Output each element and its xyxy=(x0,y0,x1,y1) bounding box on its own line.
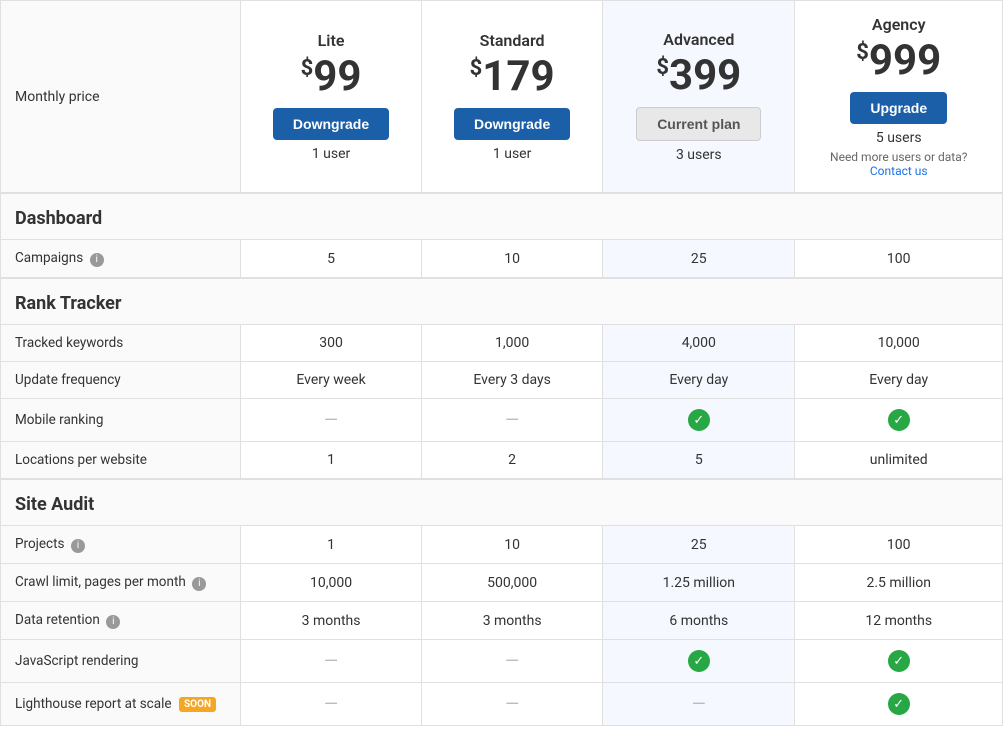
locations-advanced: 5 xyxy=(603,442,795,480)
standard-users: 1 user xyxy=(436,146,588,162)
agency-plan-name: Agency xyxy=(809,15,988,34)
agency-action-button[interactable]: Upgrade xyxy=(850,92,947,124)
js-rendering-advanced: ✓ xyxy=(603,640,795,683)
standard-action-button[interactable]: Downgrade xyxy=(454,108,570,140)
mobile-ranking-standard: — xyxy=(422,399,603,442)
check-icon: ✓ xyxy=(888,650,910,672)
advanced-action-button[interactable]: Current plan xyxy=(636,107,761,141)
check-icon: ✓ xyxy=(688,650,710,672)
data-retention-lite: 3 months xyxy=(241,602,422,640)
agency-extra-text: Need more users or data? Contact us xyxy=(809,150,988,178)
mobile-ranking-lite: — xyxy=(241,399,422,442)
tracked-keywords-label: Tracked keywords xyxy=(1,325,241,362)
tracked-keywords-standard: 1,000 xyxy=(422,325,603,362)
monthly-price-label: Monthly price xyxy=(1,1,241,194)
lighthouse-standard: — xyxy=(422,683,603,726)
crawl-limit-label: Crawl limit, pages per month i xyxy=(1,564,241,602)
tracked-keywords-lite: 300 xyxy=(241,325,422,362)
check-icon: ✓ xyxy=(688,409,710,431)
tracked-keywords-agency: 10,000 xyxy=(795,325,1003,362)
plan-advanced-header: Advanced $399 Current plan 3 users xyxy=(603,1,795,194)
advanced-plan-price: $399 xyxy=(617,53,780,99)
lite-users: 1 user xyxy=(255,146,407,162)
check-icon: ✓ xyxy=(888,693,910,715)
projects-agency: 100 xyxy=(795,526,1003,564)
mobile-ranking-advanced: ✓ xyxy=(603,399,795,442)
soon-badge: SOON xyxy=(179,697,216,712)
campaigns-agency: 100 xyxy=(795,240,1003,279)
locations-agency: unlimited xyxy=(795,442,1003,480)
crawl-limit-agency: 2.5 million xyxy=(795,564,1003,602)
contact-us-link[interactable]: Contact us xyxy=(870,164,928,178)
update-frequency-advanced: Every day xyxy=(603,362,795,399)
data-retention-info-icon[interactable]: i xyxy=(106,615,120,629)
crawl-limit-lite: 10,000 xyxy=(241,564,422,602)
agency-users: 5 users xyxy=(809,130,988,146)
js-rendering-lite: — xyxy=(241,640,422,683)
check-icon: ✓ xyxy=(888,409,910,431)
projects-lite: 1 xyxy=(241,526,422,564)
js-rendering-agency: ✓ xyxy=(795,640,1003,683)
plan-standard-header: Standard $179 Downgrade 1 user xyxy=(422,1,603,194)
data-retention-advanced: 6 months xyxy=(603,602,795,640)
update-frequency-standard: Every 3 days xyxy=(422,362,603,399)
mobile-ranking-agency: ✓ xyxy=(795,399,1003,442)
lighthouse-advanced: — xyxy=(603,683,795,726)
lighthouse-agency: ✓ xyxy=(795,683,1003,726)
locations-standard: 2 xyxy=(422,442,603,480)
rank-tracker-section-header: Rank Tracker xyxy=(1,278,1003,325)
advanced-plan-name: Advanced xyxy=(617,30,780,49)
crawl-limit-advanced: 1.25 million xyxy=(603,564,795,602)
js-rendering-standard: — xyxy=(422,640,603,683)
campaigns-standard: 10 xyxy=(422,240,603,279)
advanced-users: 3 users xyxy=(617,147,780,163)
standard-plan-price: $179 xyxy=(436,54,588,100)
data-retention-standard: 3 months xyxy=(422,602,603,640)
campaigns-info-icon[interactable]: i xyxy=(90,253,104,267)
lighthouse-label: Lighthouse report at scale SOON xyxy=(1,683,241,726)
campaigns-lite: 5 xyxy=(241,240,422,279)
crawl-limit-info-icon[interactable]: i xyxy=(192,577,206,591)
dashboard-section-header: Dashboard xyxy=(1,193,1003,240)
campaigns-label: Campaigns i xyxy=(1,240,241,279)
standard-plan-name: Standard xyxy=(436,31,588,50)
plan-agency-header: Agency $999 Upgrade 5 users Need more us… xyxy=(795,1,1003,194)
js-rendering-label: JavaScript rendering xyxy=(1,640,241,683)
lite-plan-price: $99 xyxy=(255,54,407,100)
site-audit-section-header: Site Audit xyxy=(1,479,1003,526)
projects-info-icon[interactable]: i xyxy=(71,539,85,553)
campaigns-advanced: 25 xyxy=(603,240,795,279)
update-frequency-label: Update frequency xyxy=(1,362,241,399)
mobile-ranking-label: Mobile ranking xyxy=(1,399,241,442)
projects-standard: 10 xyxy=(422,526,603,564)
lite-plan-name: Lite xyxy=(255,31,407,50)
update-frequency-lite: Every week xyxy=(241,362,422,399)
update-frequency-agency: Every day xyxy=(795,362,1003,399)
agency-plan-price: $999 xyxy=(809,38,988,84)
projects-label: Projects i xyxy=(1,526,241,564)
projects-advanced: 25 xyxy=(603,526,795,564)
lite-action-button[interactable]: Downgrade xyxy=(273,108,389,140)
plan-lite-header: Lite $99 Downgrade 1 user xyxy=(241,1,422,194)
lighthouse-lite: — xyxy=(241,683,422,726)
locations-lite: 1 xyxy=(241,442,422,480)
crawl-limit-standard: 500,000 xyxy=(422,564,603,602)
tracked-keywords-advanced: 4,000 xyxy=(603,325,795,362)
data-retention-label: Data retention i xyxy=(1,602,241,640)
locations-label: Locations per website xyxy=(1,442,241,480)
data-retention-agency: 12 months xyxy=(795,602,1003,640)
